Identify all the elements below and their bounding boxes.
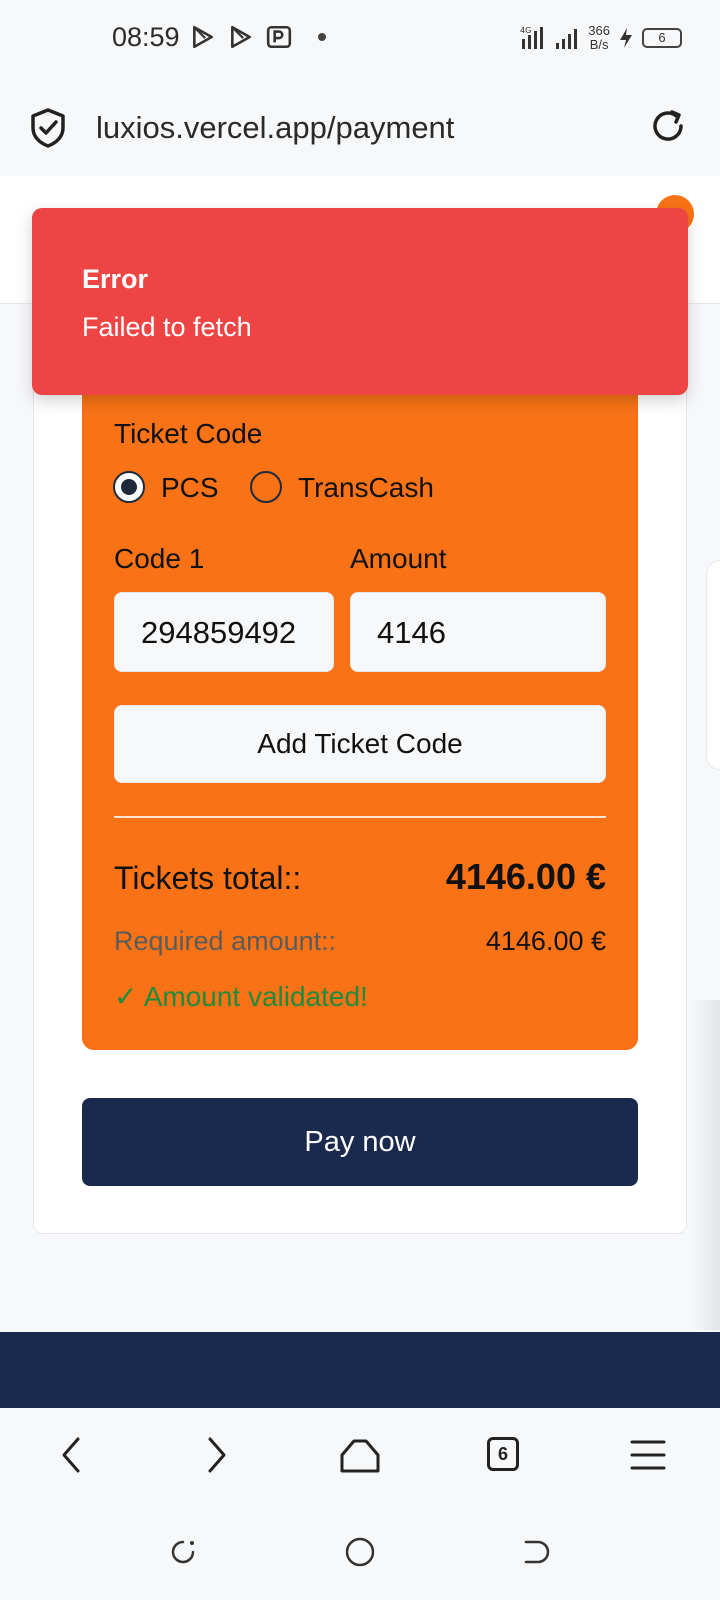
status-time: 08:59 [112,22,180,52]
forward-arrow-icon[interactable] [194,1433,238,1477]
pay-now-button[interactable]: Pay now [82,1098,638,1186]
notification-icons [190,24,326,50]
tickets-total-value: 4146.00 € [445,856,606,897]
radio-pcs-label[interactable]: PCS [161,472,219,504]
amount-input[interactable]: 4146 [350,592,606,672]
tabs-icon[interactable]: 6 [487,1437,519,1471]
net-speed: 366 B/s [588,24,610,52]
more-notifications-dot [318,33,326,41]
edge-shade [690,1000,720,1330]
menu-icon[interactable] [628,1433,672,1477]
play-store-icon [193,25,213,49]
ticket-code-label: Ticket Code [114,418,263,449]
radio-transcash[interactable] [250,471,282,503]
signal-icon [556,29,578,49]
back-arrow-icon[interactable] [50,1433,94,1477]
required-amount-value: 4146.00 € [485,926,606,956]
home-icon[interactable] [338,1433,382,1477]
browser-url-bar: luxios.vercel.app/payment [0,82,720,176]
radio-pcs[interactable] [113,471,145,503]
parking-app-icon [266,25,292,49]
add-ticket-code-button[interactable]: Add Ticket Code [114,705,606,783]
back-gesture-icon[interactable] [518,1534,554,1570]
shield-check-icon[interactable] [28,106,68,150]
amount-label: Amount [350,543,447,574]
toast-message: Failed to fetch [82,312,252,342]
status-right-icons: 4G 366 B/s 6 [520,24,682,52]
signal-4g-icon: 4G [520,26,544,49]
net-speed-value: 366 [588,23,610,38]
validation-message: ✓ Amount validated! [114,980,368,1013]
validation-text: Amount validated! [143,981,368,1012]
play-store-icon [231,25,251,49]
battery-icon: 6 [642,28,682,48]
charging-icon [620,28,632,48]
code-1-label: Code 1 [114,543,205,574]
error-toast[interactable]: Error Failed to fetch [32,208,688,395]
side-drawer-handle[interactable] [706,560,720,770]
status-bar: 08:59 4G 366 B/s 6 [0,0,720,82]
reload-icon[interactable] [648,106,688,146]
radio-transcash-label[interactable]: TransCash [298,472,434,504]
checkmark-icon: ✓ [114,981,138,1012]
toast-title: Error [82,264,149,294]
tickets-total-label: Tickets total:: [114,860,302,896]
recent-apps-icon[interactable] [165,1534,201,1570]
code-1-input[interactable]: 294859492 [114,592,334,672]
url-text[interactable]: luxios.vercel.app/payment [96,110,454,146]
net-speed-unit: B/s [589,37,609,52]
home-circle-icon[interactable] [342,1534,378,1570]
divider [114,816,606,818]
required-amount-label: Required amount:: [114,926,337,956]
page-footer [0,1332,720,1408]
svg-text:4G: 4G [520,26,531,35]
